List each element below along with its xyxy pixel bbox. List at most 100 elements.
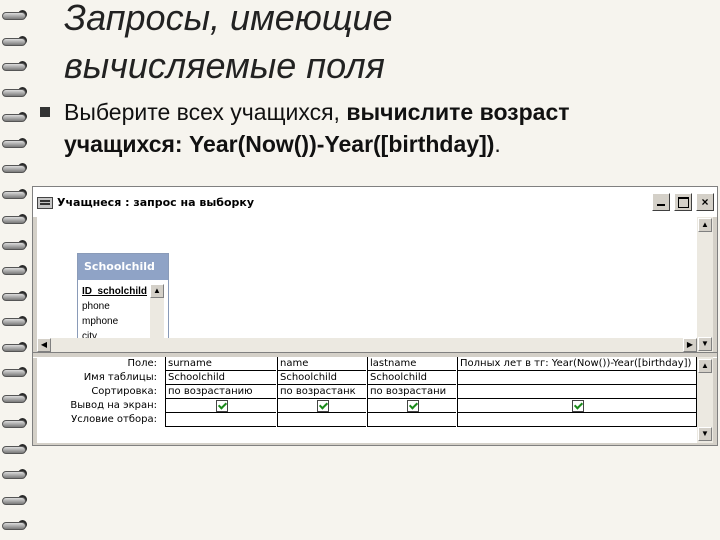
- spiral-ring: [2, 34, 30, 48]
- design-grid-vscroll[interactable]: ▲ ▼: [697, 357, 713, 443]
- bullet-square-icon: [40, 107, 50, 117]
- ring-wire: [2, 267, 26, 275]
- ring-wire: [2, 420, 26, 428]
- grid-cell-field[interactable]: Полных лет в тг: Year(Now())-Year([birth…: [458, 357, 696, 371]
- grid-cell-sort[interactable]: [458, 385, 696, 399]
- table-title[interactable]: Schoolchild: [78, 254, 168, 280]
- spiral-ring: [2, 212, 30, 226]
- grid-column: Полных лет в тг: Year(Now())-Year([birth…: [457, 357, 697, 427]
- grid-cell-sort[interactable]: по возрастанию: [166, 385, 276, 399]
- ring-wire: [2, 114, 26, 122]
- query-window-icon[interactable]: [37, 197, 53, 209]
- ring-wire: [2, 63, 26, 71]
- grid-cell-show: [368, 399, 456, 413]
- chevron-up-icon[interactable]: ▲: [150, 284, 164, 298]
- ring-wire: [2, 190, 26, 199]
- ring-wire: [2, 369, 26, 377]
- ring-wire: [2, 292, 26, 301]
- ring-wire: [2, 343, 26, 352]
- ring-wire: [2, 12, 26, 20]
- grid-cell-table[interactable]: [458, 371, 696, 385]
- spiral-ring: [2, 136, 30, 150]
- spiral-ring: [2, 467, 30, 481]
- show-checkbox[interactable]: [407, 400, 419, 412]
- bullet-text: Выберите всех учащихся, вычислите возрас…: [64, 96, 704, 160]
- ring-wire: [2, 445, 26, 454]
- show-checkbox[interactable]: [572, 400, 584, 412]
- grid-cell-sort[interactable]: по возрастани: [368, 385, 456, 399]
- spiral-ring: [2, 518, 30, 532]
- chevron-left-icon[interactable]: ◀: [37, 338, 51, 352]
- table-pane-vscroll[interactable]: ▲ ▼: [697, 217, 713, 352]
- grid-cell-table[interactable]: Schoolchild: [368, 371, 456, 385]
- chevron-down-icon[interactable]: ▼: [698, 427, 712, 441]
- ring-wire: [2, 394, 26, 403]
- spiral-ring: [2, 391, 30, 405]
- row-label-criteria: Условие отбора:: [71, 414, 157, 425]
- grid-cell-criteria[interactable]: [166, 413, 276, 427]
- ring-wire: [2, 165, 26, 173]
- spiral-ring: [2, 161, 30, 175]
- chevron-right-icon[interactable]: ▶: [683, 338, 697, 352]
- grid-column: name Schoolchild по возрастанк: [277, 357, 366, 427]
- grid-cell-show: [278, 399, 366, 413]
- field-item[interactable]: ID_scholchild: [82, 284, 150, 299]
- grid-row-labels: Поле: Имя таблицы: Сортировка: Вывод на …: [37, 357, 161, 427]
- ring-wire: [2, 496, 26, 505]
- chevron-down-icon[interactable]: ▼: [698, 337, 712, 351]
- spiral-ring: [2, 365, 30, 379]
- title-line-1: Запросы, имеющие: [64, 0, 393, 38]
- grid-cell-field[interactable]: surname: [166, 357, 276, 371]
- chevron-up-icon[interactable]: ▲: [698, 359, 712, 373]
- slide-title: Запросы, имеющие вычисляемые поля: [64, 0, 684, 90]
- spiral-ring: [2, 493, 30, 507]
- grid-column: surname Schoolchild по возрастанию: [165, 357, 276, 427]
- row-label-table: Имя таблицы:: [83, 372, 157, 383]
- spiral-ring: [2, 187, 30, 201]
- window-title: Учащнеся : запрос на выборку: [57, 196, 255, 209]
- grid-cell-table[interactable]: Schoolchild: [166, 371, 276, 385]
- spiral-ring: [2, 238, 30, 252]
- row-label-sort: Сортировка:: [91, 386, 157, 397]
- row-label-field: Поле:: [127, 358, 157, 369]
- close-button[interactable]: ×: [696, 193, 714, 211]
- spiral-ring: [2, 8, 30, 22]
- minimize-button[interactable]: [652, 193, 670, 211]
- grid-cell-criteria[interactable]: [458, 413, 696, 427]
- field-item[interactable]: phone: [82, 299, 150, 314]
- spiral-ring: [2, 314, 30, 328]
- grid-cell-show: [458, 399, 696, 413]
- ring-wire: [2, 139, 26, 148]
- grid-cell-table[interactable]: Schoolchild: [278, 371, 366, 385]
- chevron-up-icon[interactable]: ▲: [698, 218, 712, 232]
- spiral-ring: [2, 442, 30, 456]
- design-grid-pane: Поле: Имя таблицы: Сортировка: Вывод на …: [37, 357, 697, 443]
- grid-cell-field[interactable]: lastname: [368, 357, 456, 371]
- query-design-window: Учащнеся : запрос на выборку × Schoolchi…: [32, 186, 718, 446]
- show-checkbox[interactable]: [317, 400, 329, 412]
- grid-cell-criteria[interactable]: [278, 413, 366, 427]
- spiral-binding: [0, 0, 34, 540]
- grid-column: lastname Schoolchild по возрастани: [367, 357, 456, 427]
- ring-wire: [2, 37, 26, 46]
- bullet-normal-text: Выберите всех учащихся,: [64, 99, 347, 125]
- field-item[interactable]: mphone: [82, 314, 150, 329]
- grid-cell-field[interactable]: name: [278, 357, 366, 371]
- grid-cell-criteria[interactable]: [368, 413, 456, 427]
- spiral-ring: [2, 85, 30, 99]
- ring-wire: [2, 522, 26, 530]
- maximize-button[interactable]: [674, 193, 692, 211]
- window-titlebar[interactable]: Учащнеся : запрос на выборку ×: [33, 187, 717, 217]
- table-pane-hscroll[interactable]: ◀ ▶: [37, 338, 697, 352]
- table-pane[interactable]: Schoolchild ID_scholchild phone mphone c…: [37, 217, 697, 365]
- show-checkbox[interactable]: [216, 400, 228, 412]
- spiral-ring: [2, 59, 30, 73]
- spiral-ring: [2, 110, 30, 124]
- ring-wire: [2, 216, 26, 224]
- bullet-bold-text-1: вычислите возраст: [346, 99, 570, 125]
- ring-wire: [2, 318, 26, 326]
- title-line-2: вычисляемые поля: [64, 45, 385, 86]
- bullet-bold-text-2: учащихся: Year(Now())-Year([birthday]): [64, 131, 495, 157]
- grid-cell-show: [166, 399, 276, 413]
- grid-cell-sort[interactable]: по возрастанк: [278, 385, 366, 399]
